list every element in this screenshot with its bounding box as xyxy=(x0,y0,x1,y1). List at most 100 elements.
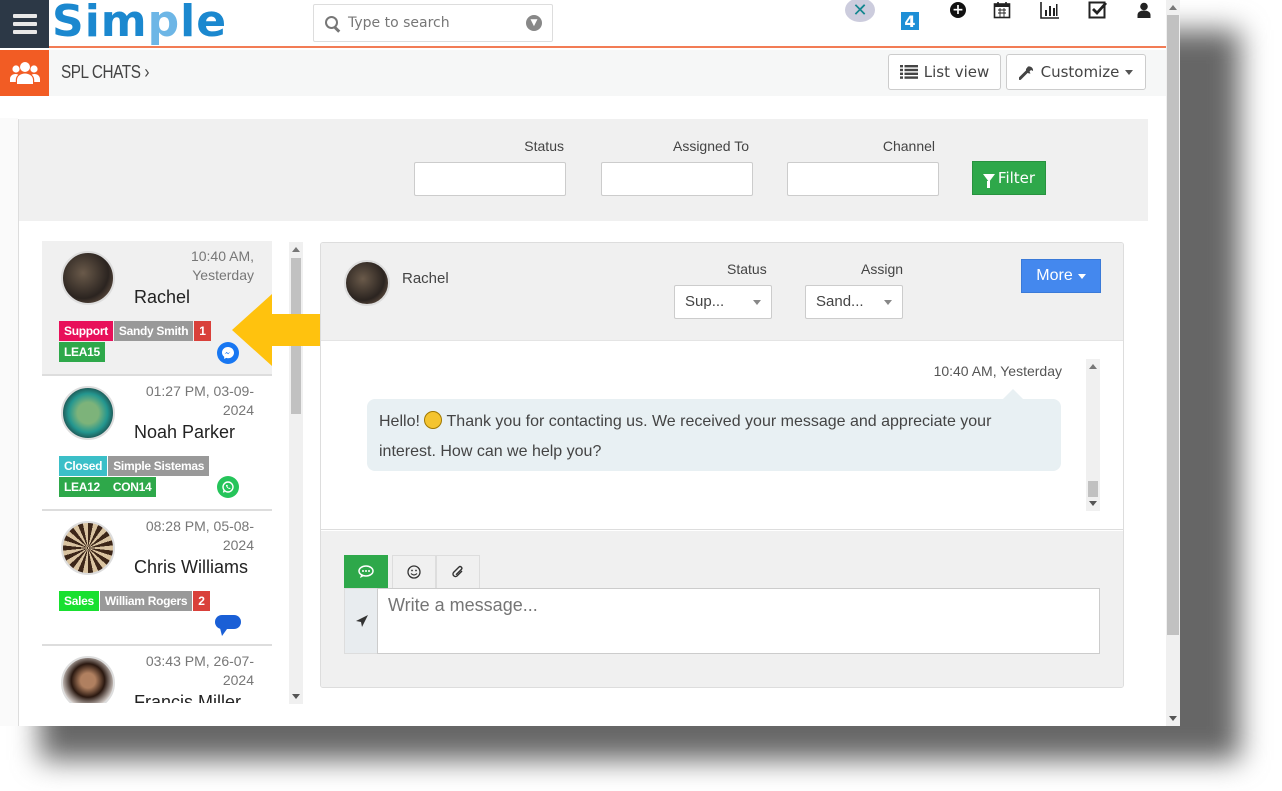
chat-icon xyxy=(358,565,374,578)
chat-time-line2: 2024 xyxy=(222,402,254,418)
status-select-value: Sup... xyxy=(685,293,725,310)
search-dropdown-icon[interactable]: ▼ xyxy=(526,15,542,31)
contact-badge: CON14 xyxy=(107,477,157,497)
chat-time: 10:40 AM, Yesterday xyxy=(191,247,254,285)
assigned-filter-label: Assigned To xyxy=(672,138,749,154)
message-scrollbar[interactable] xyxy=(1086,359,1100,511)
status-badge: Support xyxy=(59,321,113,341)
users-group-icon xyxy=(0,50,49,96)
chat-time: 01:27 PM, 03-09- 2024 xyxy=(146,382,254,420)
sms-bubble-icon xyxy=(214,613,242,639)
x-app-icon[interactable]: ✕ xyxy=(845,0,875,22)
chat-list-item[interactable]: 08:28 PM, 05-08- 2024 Chris Williams Sal… xyxy=(42,511,272,646)
paperclip-icon xyxy=(452,565,463,578)
calendar-icon[interactable] xyxy=(991,0,1013,22)
scroll-up-icon[interactable] xyxy=(292,247,300,252)
filter-button[interactable]: Filter xyxy=(972,161,1046,195)
chat-time-line1: 01:27 PM, 03-09- xyxy=(145,383,254,399)
scrollbar-thumb[interactable] xyxy=(1167,15,1179,635)
chat-time-line2: 2024 xyxy=(222,672,254,688)
app-window: Simple Type to search ▼ ✕ 4 + SPL CHATS … xyxy=(0,0,1180,726)
assign-select[interactable]: Sand... xyxy=(805,285,903,319)
list-icon xyxy=(899,65,918,79)
funnel-icon xyxy=(982,174,995,188)
scroll-down-icon[interactable] xyxy=(292,694,300,699)
plus-circle-icon[interactable]: + xyxy=(947,0,969,22)
annotation-arrow-icon xyxy=(232,294,328,366)
chat-time-line1: 03:43 PM, 26-07- xyxy=(145,653,254,669)
checkbox-icon[interactable] xyxy=(1087,0,1109,22)
chat-contact-name: Rachel xyxy=(134,287,191,307)
message-timestamp: 10:40 AM, Yesterday xyxy=(933,363,1062,379)
send-icon xyxy=(355,615,368,627)
unread-count-badge: 2 xyxy=(193,591,210,611)
user-icon[interactable] xyxy=(1133,0,1155,22)
unread-count-badge: 1 xyxy=(194,321,211,341)
chevron-right-icon[interactable]: › xyxy=(144,62,149,82)
attach-tab[interactable] xyxy=(436,555,480,589)
channel-filter-label: Channel xyxy=(882,138,935,154)
search-icon xyxy=(324,15,340,31)
top-navbar: Simple Type to search ▼ ✕ 4 + xyxy=(0,0,1166,48)
chat-contact-name: Noah Parker xyxy=(134,422,236,442)
scroll-down-icon[interactable] xyxy=(1169,716,1177,721)
page-scrollbar[interactable] xyxy=(1166,0,1180,726)
page-title: SPL CHATS xyxy=(61,62,141,82)
assigned-filter-input[interactable] xyxy=(601,162,753,196)
conversation-panel: Rachel Status Sup... Assign Sand... More… xyxy=(320,242,1124,688)
scroll-up-icon[interactable] xyxy=(1089,364,1097,369)
hamburger-menu-button[interactable] xyxy=(0,0,49,48)
chat-tab[interactable] xyxy=(344,555,388,589)
chat-contact-name: Chris Williams xyxy=(134,557,248,577)
channel-filter-input[interactable] xyxy=(787,162,939,196)
assignee-badge: Sandy Smith xyxy=(113,321,194,341)
more-button[interactable]: More xyxy=(1021,259,1101,293)
message-input[interactable] xyxy=(377,588,1100,654)
chat-time: 03:43 PM, 26-07- 2024 xyxy=(146,652,254,690)
customize-button[interactable]: Customize xyxy=(1006,54,1146,90)
more-button-label: More xyxy=(1036,267,1073,284)
search-box[interactable]: Type to search ▼ xyxy=(313,4,553,42)
smiley-icon xyxy=(407,565,421,579)
four-app-icon[interactable]: 4 xyxy=(901,12,919,31)
chat-time-line1: 08:28 PM, 05-08- xyxy=(145,518,254,534)
customize-label: Customize xyxy=(1040,63,1120,81)
chat-time-line2: Yesterday xyxy=(192,267,254,283)
chat-tags: Sales William Rogers 2 xyxy=(59,591,259,612)
emoji-tab[interactable] xyxy=(392,555,436,589)
wrench-icon xyxy=(1018,66,1033,80)
caret-down-icon xyxy=(884,300,892,305)
list-view-label: List view xyxy=(923,63,990,81)
app-logo[interactable]: Simple xyxy=(52,0,227,47)
assignee-badge: William Rogers xyxy=(99,591,193,611)
hamburger-line xyxy=(12,30,37,34)
search-input[interactable]: Type to search xyxy=(348,15,526,31)
chat-list-item[interactable]: 03:43 PM, 26-07- 2024 Francis Miller xyxy=(42,646,272,703)
list-view-button[interactable]: List view xyxy=(888,54,1001,90)
chat-list-item[interactable]: 01:27 PM, 03-09- 2024 Noah Parker Closed… xyxy=(42,376,272,511)
compose-area xyxy=(321,531,1123,687)
caret-down-icon xyxy=(1125,69,1134,75)
logo-sunburst-letter: p xyxy=(147,0,181,47)
caret-down-icon xyxy=(753,300,761,305)
avatar xyxy=(61,521,115,575)
status-filter-input[interactable] xyxy=(414,162,566,196)
scrollbar-thumb[interactable] xyxy=(1088,481,1098,497)
scroll-down-icon[interactable] xyxy=(1089,501,1097,506)
breadcrumb-bar: SPL CHATS › List view Customize xyxy=(0,50,1166,96)
whatsapp-icon xyxy=(217,476,239,498)
chat-contact-name: Francis Miller xyxy=(134,692,242,703)
left-gutter xyxy=(0,118,18,726)
status-filter-label: Status xyxy=(524,138,564,154)
message-text: Thank you for contacting us. We received… xyxy=(379,413,992,460)
chat-time: 08:28 PM, 05-08- 2024 xyxy=(146,517,254,555)
scroll-up-icon[interactable] xyxy=(1169,5,1177,10)
avatar xyxy=(61,251,115,305)
filter-button-label: Filter xyxy=(997,169,1036,187)
send-button[interactable] xyxy=(344,588,378,654)
status-select[interactable]: Sup... xyxy=(674,285,772,319)
assignee-badge: Simple Sistemas xyxy=(108,456,210,476)
contact-name: Rachel xyxy=(402,270,449,287)
bar-chart-icon[interactable] xyxy=(1039,0,1061,22)
assign-label: Assign xyxy=(861,261,904,277)
